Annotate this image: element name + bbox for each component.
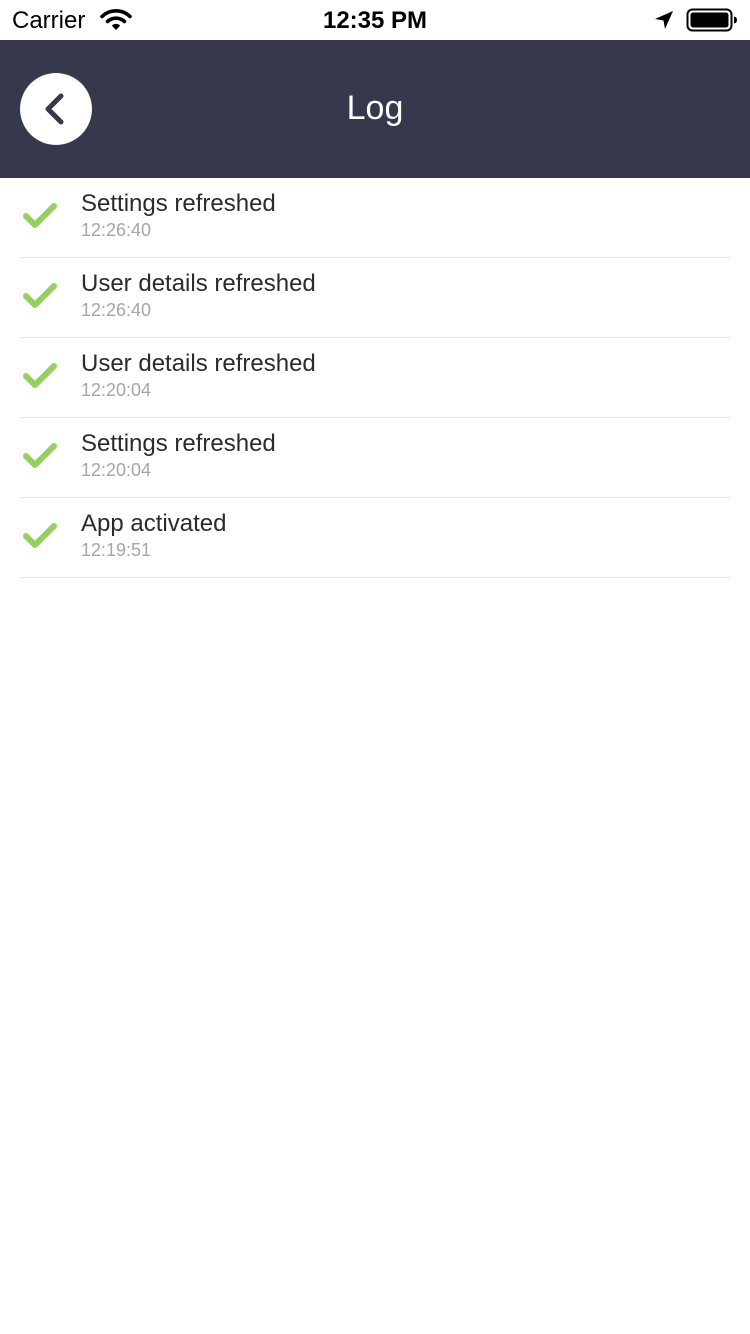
checkmark-icon: [22, 200, 58, 230]
log-time: 12:20:04: [81, 460, 152, 480]
log-item: User details refreshed 12:20:04: [20, 338, 730, 418]
battery-icon: [686, 8, 738, 32]
page-title: Log: [346, 89, 404, 127]
log-item: User details refreshed 12:26:40: [20, 258, 730, 338]
log-message: User details refreshed: [81, 270, 316, 297]
checkmark-icon: [22, 440, 58, 470]
status-bar: Carrier 12:35 PM: [0, 0, 750, 40]
log-message: Settings refreshed: [81, 430, 276, 457]
log-message: User details refreshed: [81, 350, 316, 377]
checkmark-icon: [22, 360, 58, 390]
log-list: Settings refreshed 12:26:40 User details…: [20, 178, 730, 578]
checkmark-icon: [22, 520, 58, 550]
log-item: App activated 12:19:51: [20, 498, 730, 578]
log-message: App activated: [81, 510, 227, 537]
log-time: 12:26:40: [81, 220, 152, 240]
nav-bar: Log: [0, 40, 750, 178]
log-time: 12:19:51: [81, 540, 152, 560]
log-screen: Carrier 12:35 PM Log Settings refreshed …: [0, 0, 750, 1334]
log-item: Settings refreshed 12:26:40: [20, 178, 730, 258]
log-item: Settings refreshed 12:20:04: [20, 418, 730, 498]
checkmark-icon: [22, 280, 58, 310]
log-time: 12:20:04: [81, 380, 152, 400]
status-time: 12:35 PM: [322, 7, 428, 34]
log-time: 12:26:40: [81, 300, 152, 320]
log-message: Settings refreshed: [81, 190, 276, 217]
location-arrow-icon: [653, 9, 675, 31]
